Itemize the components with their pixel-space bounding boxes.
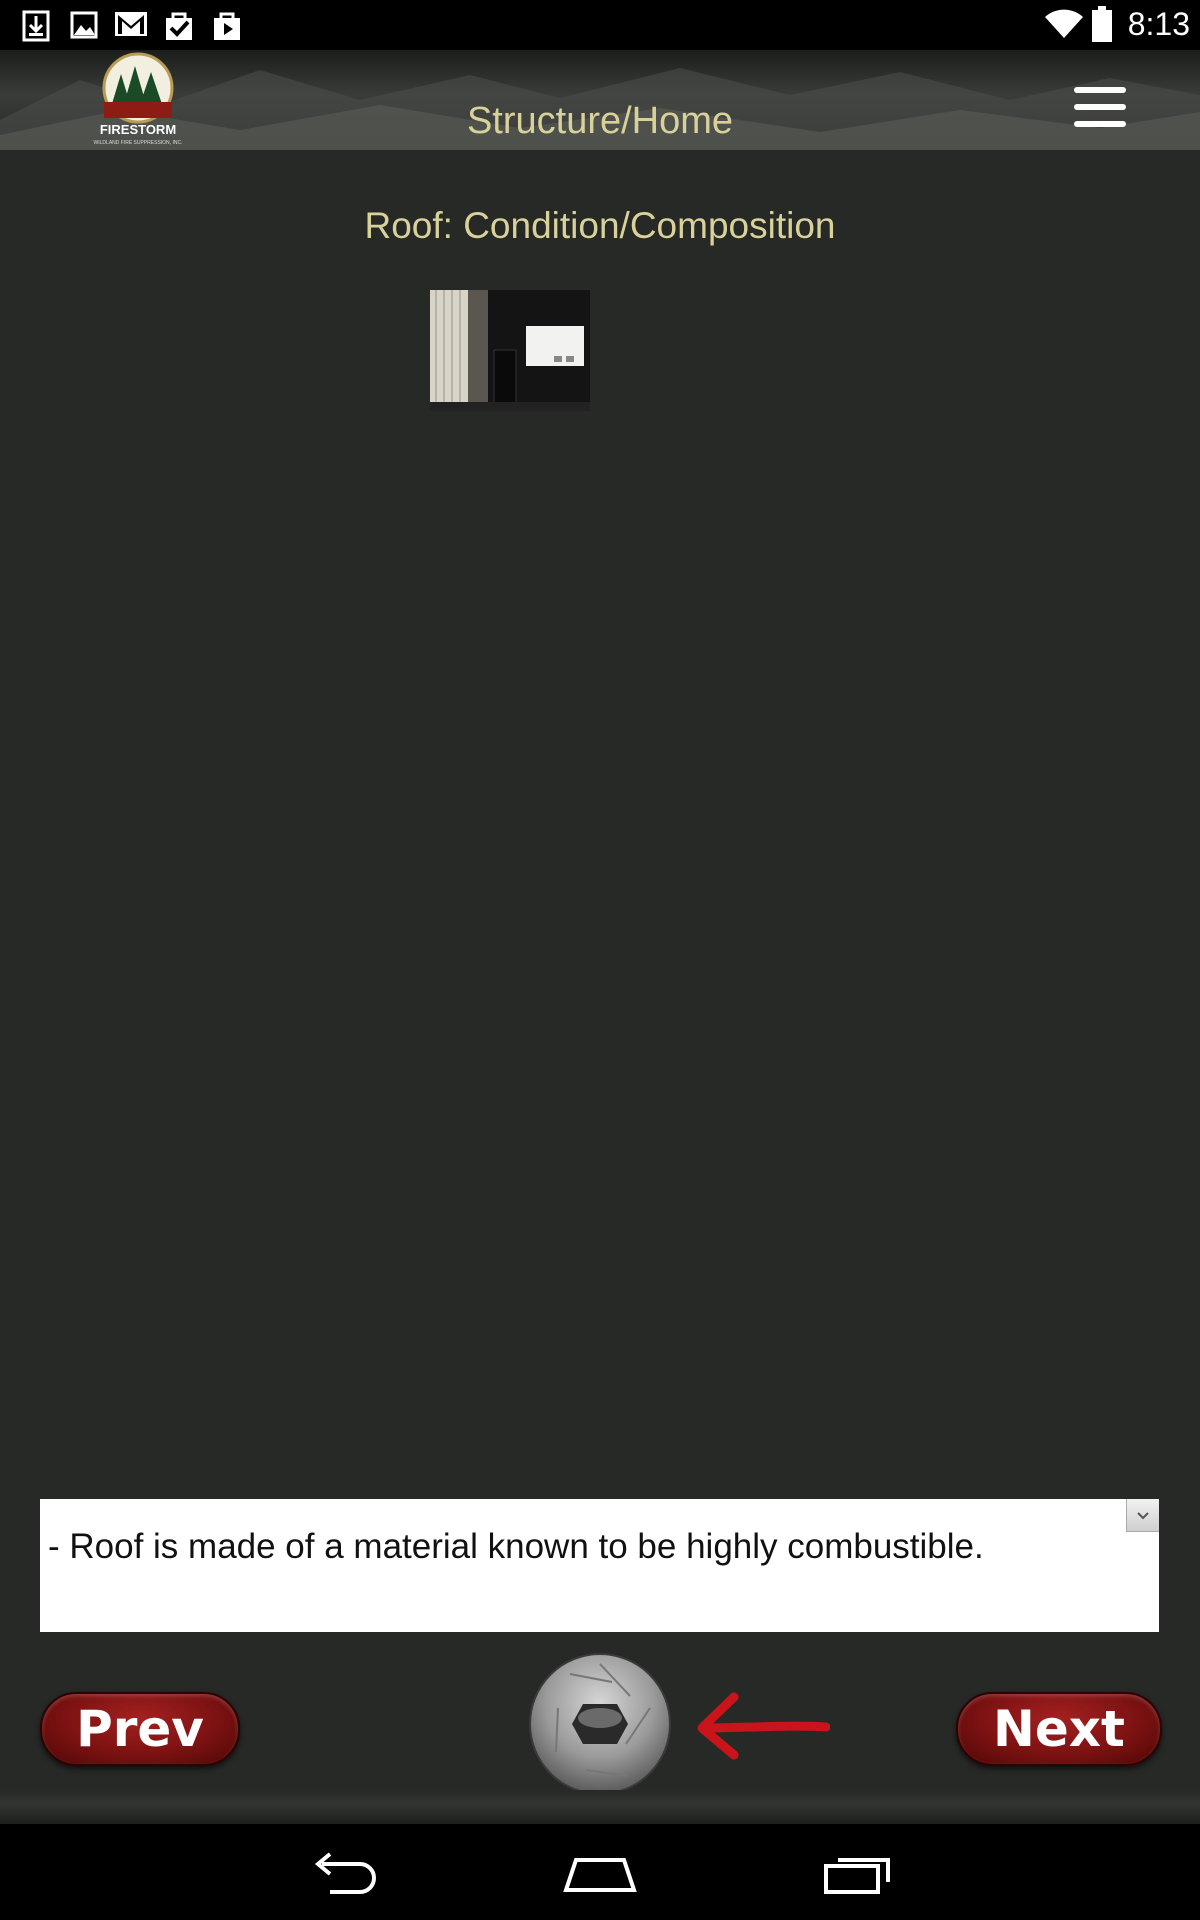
camera-shutter-icon[interactable] — [528, 1652, 672, 1796]
wifi-icon — [1045, 9, 1083, 38]
system-nav-bar — [0, 1824, 1200, 1920]
comments-field[interactable]: - Roof is made of a material known to be… — [40, 1499, 1159, 1632]
app-header: FIRESTORM WILDLAND FIRE SUPPRESSION, INC… — [0, 50, 1200, 150]
hamburger-menu-icon[interactable] — [1070, 85, 1130, 129]
home-icon[interactable] — [560, 1846, 640, 1898]
download-icon — [22, 10, 50, 42]
recents-icon[interactable] — [822, 1846, 894, 1898]
page-title: Structure/Home — [466, 100, 734, 142]
play-store-icon — [214, 12, 240, 40]
dropdown-button[interactable] — [1126, 1499, 1159, 1532]
image-icon — [70, 11, 98, 39]
status-bar: 8:13 — [0, 0, 1200, 50]
back-icon[interactable] — [308, 1846, 380, 1898]
photo-thumbnail[interactable] — [430, 290, 590, 411]
gmail-icon — [115, 12, 147, 36]
chevron-down-icon — [1137, 1512, 1149, 1520]
clock-time: 8:13 — [1127, 6, 1190, 42]
battery-icon — [1092, 6, 1112, 42]
section-title: Roof: Condition/Composition — [364, 205, 836, 246]
task-check-icon — [166, 12, 192, 40]
next-button[interactable]: Next — [956, 1692, 1162, 1766]
comments-text: - Roof is made of a material known to be… — [48, 1527, 984, 1566]
red-arrow-icon — [697, 1692, 830, 1760]
footer-strip — [0, 1790, 1200, 1824]
prev-button[interactable]: Prev — [40, 1692, 240, 1766]
